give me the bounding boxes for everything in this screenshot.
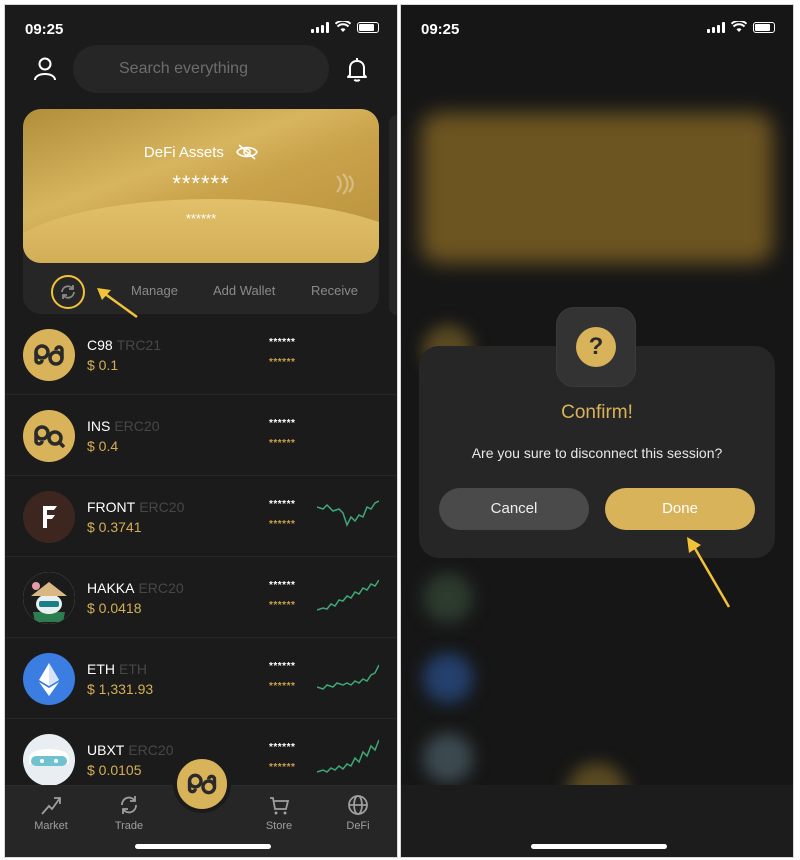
price-sparkline xyxy=(317,500,379,527)
c98-logo-icon xyxy=(187,773,217,795)
home-indicator xyxy=(531,844,667,849)
token-value: ****** xyxy=(269,600,296,611)
token-price: $ 1,331.93 xyxy=(87,681,154,697)
price-sparkline xyxy=(317,739,379,773)
token-row[interactable]: HAKKA ERC20 $ 0.0418 ****** ****** xyxy=(5,558,397,638)
token-balance: ****** xyxy=(269,661,296,672)
profile-icon[interactable] xyxy=(31,55,59,83)
token-standard: ERC20 xyxy=(139,499,185,515)
tab-trade[interactable]: Trade xyxy=(99,794,159,832)
token-value: ****** xyxy=(269,762,296,773)
token-row[interactable]: FRONT ERC20 $ 0.3741 ****** ****** xyxy=(5,477,397,557)
token-price: $ 0.0105 xyxy=(87,762,142,778)
question-icon: ? xyxy=(576,327,616,367)
token-symbol: INS ERC20 xyxy=(87,418,160,434)
card-sub-balance: ****** xyxy=(185,211,217,226)
wifi-icon xyxy=(731,21,747,32)
token-balance: ****** xyxy=(269,580,296,591)
token-balance: ****** xyxy=(269,742,296,753)
eth-icon xyxy=(23,653,75,705)
cancel-button[interactable]: Cancel xyxy=(439,488,589,530)
token-standard: TRC21 xyxy=(116,337,162,353)
token-price: $ 0.1 xyxy=(87,357,119,373)
token-row[interactable]: ETH ETH $ 1,331.93 ****** ****** xyxy=(5,639,397,719)
sync-icon xyxy=(61,285,75,299)
blurred-card xyxy=(421,113,773,263)
token-standard: ERC20 xyxy=(128,742,174,758)
assets-card-panel: DeFi Assets ****** ****** Manage Add Wal… xyxy=(23,109,379,314)
next-card-peek[interactable] xyxy=(389,115,397,315)
status-time: 09:25 xyxy=(25,21,64,38)
blurred-coin xyxy=(423,653,473,703)
token-standard: ETH xyxy=(119,661,147,677)
signal-icon xyxy=(707,21,725,33)
top-bar: Search everything xyxy=(5,45,397,95)
search-input[interactable]: Search everything xyxy=(73,45,329,93)
status-bar: 09:25 xyxy=(5,5,397,49)
token-symbol: C98 TRC21 xyxy=(87,337,162,353)
status-bar: 09:25 xyxy=(401,5,793,49)
card-actions: Manage Add Wallet Receive xyxy=(23,275,379,309)
trade-icon xyxy=(121,796,137,814)
battery-icon xyxy=(753,21,775,33)
blurred-coin xyxy=(423,733,473,783)
globe-icon xyxy=(348,795,368,815)
token-standard: ERC20 xyxy=(114,418,160,434)
token-price: $ 0.0418 xyxy=(87,600,142,616)
token-price: $ 0.4 xyxy=(87,438,119,454)
ubxt-icon xyxy=(23,734,75,786)
receive-button[interactable]: Receive xyxy=(311,283,358,298)
wifi-icon xyxy=(335,21,351,32)
token-symbol: ETH ETH xyxy=(87,661,147,677)
tab-market[interactable]: Market xyxy=(21,794,81,832)
bell-icon[interactable] xyxy=(343,55,371,83)
done-button[interactable]: Done xyxy=(605,488,755,530)
token-value: ****** xyxy=(269,357,296,368)
blurred-coin xyxy=(423,573,473,623)
token-symbol: HAKKA ERC20 xyxy=(87,580,184,596)
sync-button[interactable] xyxy=(51,275,85,309)
card-title: DeFi Assets xyxy=(23,144,379,161)
token-value: ****** xyxy=(269,681,296,692)
token-balance: ****** xyxy=(269,499,296,510)
home-indicator xyxy=(135,844,271,849)
status-time: 09:25 xyxy=(421,21,460,38)
eye-off-icon[interactable] xyxy=(236,144,258,160)
market-icon xyxy=(41,797,61,815)
token-symbol: UBXT ERC20 xyxy=(87,742,174,758)
token-balance: ****** xyxy=(269,337,296,348)
confirm-screen: 09:25 Confirm! Are you sure to disconnec… xyxy=(400,4,794,858)
dialog-title: Confirm! xyxy=(561,402,633,423)
add-wallet-button[interactable]: Add Wallet xyxy=(213,283,275,298)
battery-icon xyxy=(357,21,379,33)
c98-icon xyxy=(23,329,75,381)
token-symbol: FRONT ERC20 xyxy=(87,499,185,515)
token-row[interactable]: INS ERC20 $ 0.4 ****** ****** xyxy=(5,396,397,476)
signal-icon xyxy=(311,21,329,33)
price-sparkline xyxy=(317,664,379,690)
wallet-screen: 09:25 Search everything DeFi Assets ****… xyxy=(4,4,398,858)
tab-store[interactable]: Store xyxy=(249,794,309,832)
price-sparkline xyxy=(317,579,379,611)
defi-assets-card[interactable]: DeFi Assets ****** ****** xyxy=(23,109,379,263)
question-badge: ? xyxy=(556,307,636,387)
token-standard: ERC20 xyxy=(138,580,184,596)
token-value: ****** xyxy=(269,438,296,449)
token-row[interactable]: C98 TRC21 $ 0.1 ****** ****** xyxy=(5,315,397,395)
tab-defi[interactable]: DeFi xyxy=(328,794,388,832)
card-balance: ****** xyxy=(172,171,230,196)
status-icons xyxy=(707,21,775,33)
token-balance: ****** xyxy=(269,418,296,429)
c98-home-button[interactable] xyxy=(173,755,231,813)
status-icons xyxy=(311,21,379,33)
token-price: $ 0.3741 xyxy=(87,519,142,535)
contactless-icon xyxy=(336,173,354,195)
token-value: ****** xyxy=(269,519,296,530)
annotation-arrow xyxy=(687,537,731,608)
ins-icon xyxy=(23,410,75,462)
front-icon xyxy=(23,491,75,543)
dialog-message: Are you sure to disconnect this session? xyxy=(471,445,723,461)
cart-icon xyxy=(270,797,290,815)
hakka-icon xyxy=(23,572,75,624)
